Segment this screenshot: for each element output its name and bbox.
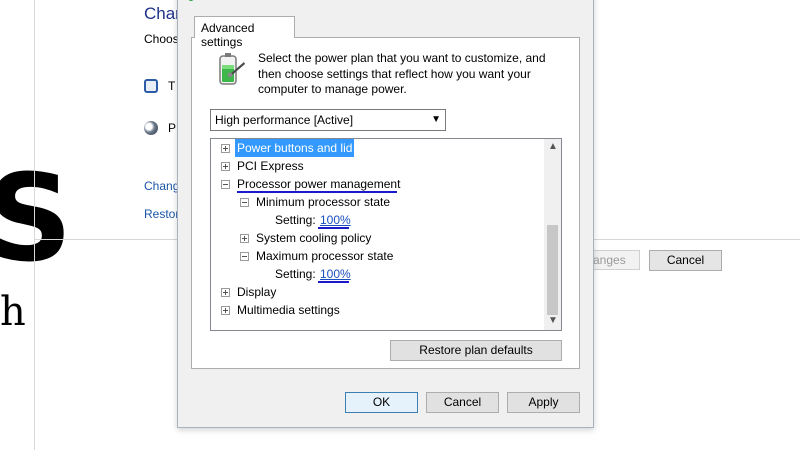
expand-icon[interactable] [240,234,249,243]
tab-panel: Select the power plan that you want to c… [191,37,580,369]
tree-item-pci-express[interactable]: PCI Express [211,157,541,175]
tree-item-min-processor[interactable]: Minimum processor state [211,193,541,211]
cancel-button[interactable]: Cancel [426,392,499,413]
background-item-1[interactable]: T [168,79,175,93]
clock-icon [144,79,158,93]
apply-button[interactable]: Apply [507,392,580,413]
power-options-dialog: Advanced settings Select the power plan … [177,0,594,428]
expand-icon[interactable] [221,144,230,153]
moon-icon [144,121,158,135]
instruction-text: Select the power plan that you want to c… [258,51,546,96]
collapse-icon[interactable] [240,252,249,261]
background-small-letter: h [0,289,26,335]
scroll-up-icon[interactable]: ▲ [548,141,558,152]
background-subtitle: Choos [144,32,179,46]
battery-plan-icon [219,53,245,85]
background-title: Char [144,4,181,23]
scrollbar-thumb[interactable] [547,225,558,315]
settings-tree[interactable]: Power buttons and lid PCI Express Proces… [210,138,562,331]
tree-item-label: Multimedia settings [237,303,340,317]
power-plan-dropdown[interactable]: High performance [Active] ▼ [210,109,446,131]
title-bar-icon [188,0,194,1]
tree-item-label: PCI Express [237,159,304,173]
background-cancel-button[interactable]: Cancel [649,250,722,271]
power-plan-dropdown-value: High performance [Active] [215,113,354,127]
tree-item-label: Power buttons and lid [235,139,355,157]
tab-advanced-settings[interactable]: Advanced settings [194,16,295,49]
collapse-icon[interactable] [240,198,249,207]
tree-scrollbar[interactable]: ▲ ▼ [544,139,561,330]
expand-icon[interactable] [221,306,230,315]
tree-item-display[interactable]: Display [211,283,541,301]
background-left-border [34,0,35,450]
tree-item-multimedia[interactable]: Multimedia settings [211,301,541,319]
background-item-2[interactable]: P [168,121,176,135]
scroll-down-icon[interactable]: ▼ [548,315,558,326]
background-link-restore[interactable]: Restor [144,207,179,221]
expand-icon[interactable] [221,288,230,297]
tree-item-max-processor[interactable]: Maximum processor state [211,247,541,265]
restore-plan-defaults-button[interactable]: Restore plan defaults [390,340,562,361]
tree-setting-min: Setting: 100% [211,211,541,229]
tree-item-label: Maximum processor state [256,249,394,263]
background-link-change[interactable]: Chang [144,179,179,193]
tree-item-power-buttons[interactable]: Power buttons and lid [211,139,541,157]
chevron-down-icon: ▼ [431,114,441,125]
ok-button[interactable]: OK [345,392,418,413]
tree-item-cooling-policy[interactable]: System cooling policy [211,229,541,247]
tree-item-label: System cooling policy [256,231,372,245]
setting-label: Setting: [275,267,316,281]
setting-label: Setting: [275,213,316,227]
tree-item-label: Display [237,285,277,299]
background-big-letter: S [0,150,73,289]
tree-setting-max: Setting: 100% [211,265,541,283]
collapse-icon[interactable] [221,180,230,189]
tree-item-label: Minimum processor state [256,195,391,209]
expand-icon[interactable] [221,162,230,171]
